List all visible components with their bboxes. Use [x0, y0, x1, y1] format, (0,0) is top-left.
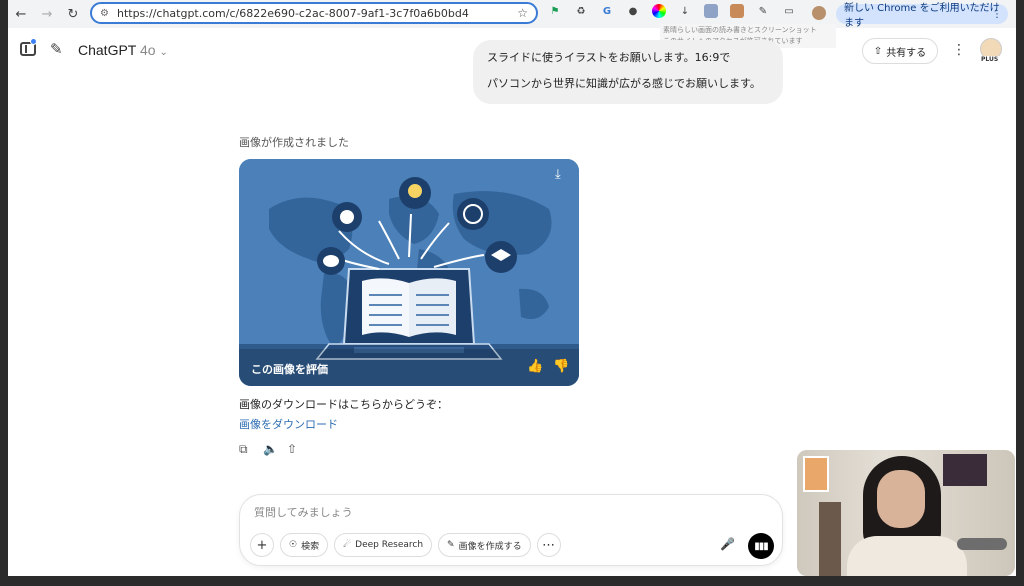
voice-mode-button[interactable]: ▮▮▮ — [748, 533, 774, 559]
image-created-caption: 画像が作成されました — [239, 136, 349, 149]
kebab-menu-icon[interactable]: ⋮ — [992, 9, 1002, 20]
plus-icon: + — [256, 537, 268, 553]
webcam-overlay — [797, 450, 1015, 576]
message-actions: ⧉ 🔈 ⇧ — [239, 442, 301, 457]
rate-image-label: この画像を評価 — [251, 363, 328, 376]
url-text: https://chatgpt.com/c/6822e690-c2ac-8007… — [116, 6, 469, 20]
more-tools-button[interactable]: ⋯ — [536, 533, 561, 557]
wall-sign — [943, 454, 987, 486]
message-input[interactable] — [254, 507, 694, 519]
presenter-body — [847, 536, 967, 576]
read-aloud-icon[interactable]: 🔈 — [263, 442, 278, 457]
browser-toolbar: ← → ↻ ⚙ https://chatgpt.com/c/6822e690-c… — [8, 0, 1016, 48]
waveform-icon: ▮▮▮ — [754, 540, 768, 552]
user-avatar[interactable]: PLUS — [980, 38, 1004, 64]
download-link[interactable]: 画像をダウンロード — [239, 416, 338, 432]
chevron-down-icon: ⌄ — [159, 47, 168, 58]
share-icon: ⇧ — [873, 45, 883, 57]
download-image-icon[interactable]: ⤓ — [555, 167, 561, 182]
user-message-line: スライドに使うイラストをお願いします。16:9で — [487, 51, 731, 64]
notification-dot — [30, 38, 37, 45]
ellipsis-icon: ⋯ — [542, 537, 556, 553]
add-attachment-button[interactable]: + — [250, 533, 274, 557]
wall-poster — [803, 456, 829, 492]
extension-compass-icon[interactable]: ● — [626, 4, 640, 18]
extension-box-icon[interactable] — [704, 4, 718, 18]
back-icon[interactable]: ← — [10, 3, 32, 25]
plan-badge: PLUS — [980, 56, 1000, 63]
new-chat-icon[interactable]: ✎ — [50, 40, 63, 58]
extension-image-icon[interactable] — [730, 4, 744, 18]
deep-research-button[interactable]: ☄ Deep Research — [334, 533, 433, 557]
studio-microphone — [957, 538, 1007, 550]
search-button[interactable]: ☉ 検索 — [280, 533, 329, 557]
user-message: スライドに使うイラストをお願いします。16:9で パソコンから世界に知識が広がる… — [473, 40, 783, 104]
bookmark-star-icon[interactable]: ☆ — [517, 6, 528, 20]
extension-color-icon[interactable] — [652, 4, 666, 18]
extension-pen-icon[interactable]: ✎ — [756, 4, 770, 18]
create-image-button[interactable]: ✎ 画像を作成する — [438, 533, 531, 557]
thumbs-up-icon[interactable]: 👍 — [527, 359, 543, 374]
extension-download-icon[interactable]: ↓ — [678, 4, 692, 18]
composer: + ☉ 検索 ☄ Deep Research ✎ 画像を作成する ⋯ 🎤 ▮▮▮ — [239, 494, 783, 566]
download-instruction: 画像のダウンロードはこちらからどうぞ： — [239, 398, 448, 411]
illustration-svg — [239, 159, 579, 386]
globe-icon: ☉ — [289, 540, 298, 550]
extension-g-icon[interactable]: G — [600, 4, 614, 18]
extension-flag-icon[interactable]: ⚑ — [548, 4, 562, 18]
telescope-icon: ☄ — [343, 540, 352, 550]
copy-icon[interactable]: ⧉ — [239, 442, 253, 457]
profile-avatar[interactable] — [812, 6, 826, 20]
user-message-line: パソコンから世界に知識が広がる感じでお願いします。 — [487, 77, 761, 90]
background-door — [819, 502, 841, 576]
palette-icon: ✎ — [447, 540, 455, 550]
extensions-bar: ⚑ ♻ G ● ↓ ✎ ▭ — [548, 4, 796, 18]
microphone-icon[interactable]: 🎤 — [720, 537, 735, 551]
presenter-face — [877, 470, 925, 528]
generated-image[interactable]: ⤓ この画像を評価 👍 👎 — [239, 159, 579, 386]
more-options-icon[interactable]: ⋮ — [952, 42, 966, 58]
site-settings-icon[interactable]: ⚙ — [100, 8, 109, 19]
share-button[interactable]: ⇧ 共有する — [862, 38, 938, 64]
address-bar[interactable]: ⚙ https://chatgpt.com/c/6822e690-c2ac-80… — [90, 2, 538, 24]
chrome-update-button[interactable]: 新しい Chrome をご利用いただけます ⋮ — [836, 3, 1008, 29]
share-message-icon[interactable]: ⇧ — [287, 442, 301, 457]
model-selector[interactable]: ChatGPT 4o ⌄ — [78, 42, 168, 58]
composer-tools: + ☉ 検索 ☄ Deep Research ✎ 画像を作成する ⋯ — [250, 533, 561, 557]
forward-icon[interactable]: → — [36, 3, 58, 25]
thumbs-down-icon[interactable]: 👎 — [553, 359, 569, 374]
extensions-puzzle-icon[interactable]: ▭ — [782, 4, 796, 18]
extension-recycle-icon[interactable]: ♻ — [574, 4, 588, 18]
reload-icon[interactable]: ↻ — [62, 3, 84, 25]
